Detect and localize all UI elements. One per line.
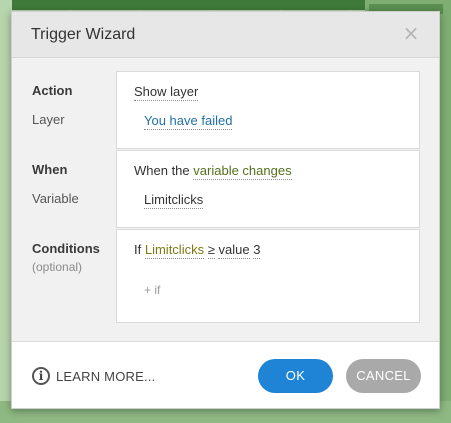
action-box: Show layer You have failed xyxy=(116,71,420,149)
ok-button[interactable]: OK xyxy=(258,359,333,393)
event-select[interactable]: variable changes xyxy=(193,163,292,180)
value-type-select[interactable]: value xyxy=(218,242,250,259)
info-icon: i xyxy=(32,367,50,385)
when-label: When xyxy=(32,162,68,177)
action-section: Action Layer Show layer You have failed xyxy=(12,71,441,149)
when-prefix: When the xyxy=(134,163,190,178)
condition-row[interactable]: If Limitclicks ≥ value 3 xyxy=(134,242,261,259)
variable-select[interactable]: Limitclicks xyxy=(144,192,204,209)
condition-variable-select[interactable]: Limitclicks xyxy=(144,242,205,259)
layer-select[interactable]: You have failed xyxy=(144,113,233,130)
operator-select[interactable]: ≥ xyxy=(207,242,215,259)
when-section: When Variable When the variable changes … xyxy=(12,150,441,228)
when-sentence: When the variable changes xyxy=(134,163,292,180)
close-icon[interactable]: × xyxy=(401,23,421,43)
optional-label: (optional) xyxy=(32,260,83,274)
learn-more-link[interactable]: i LEARN MORE... xyxy=(32,367,155,385)
dialog-header: Trigger Wizard × xyxy=(12,12,439,58)
cancel-button[interactable]: CANCEL xyxy=(346,359,421,393)
add-if-button[interactable]: + if xyxy=(144,283,160,297)
conditions-section: Conditions (optional) If Limitclicks ≥ v… xyxy=(12,229,441,323)
action-select[interactable]: Show layer xyxy=(134,84,199,101)
action-label: Action xyxy=(32,83,73,98)
dialog-title: Trigger Wizard xyxy=(31,26,136,43)
value-input[interactable]: 3 xyxy=(253,242,261,259)
conditions-label: Conditions xyxy=(32,241,100,256)
if-prefix: If xyxy=(134,242,142,257)
dialog-footer: i LEARN MORE... OK CANCEL xyxy=(12,342,439,408)
trigger-wizard-dialog: Trigger Wizard × Action Layer Show layer… xyxy=(11,11,440,409)
conditions-box: If Limitclicks ≥ value 3 + if xyxy=(116,229,420,323)
learn-more-label: LEARN MORE... xyxy=(56,368,156,384)
when-box: When the variable changes Limitclicks xyxy=(116,150,420,228)
variable-label: Variable xyxy=(32,191,79,206)
layer-label: Layer xyxy=(32,112,65,127)
dialog-body: Action Layer Show layer You have failed … xyxy=(12,58,439,342)
